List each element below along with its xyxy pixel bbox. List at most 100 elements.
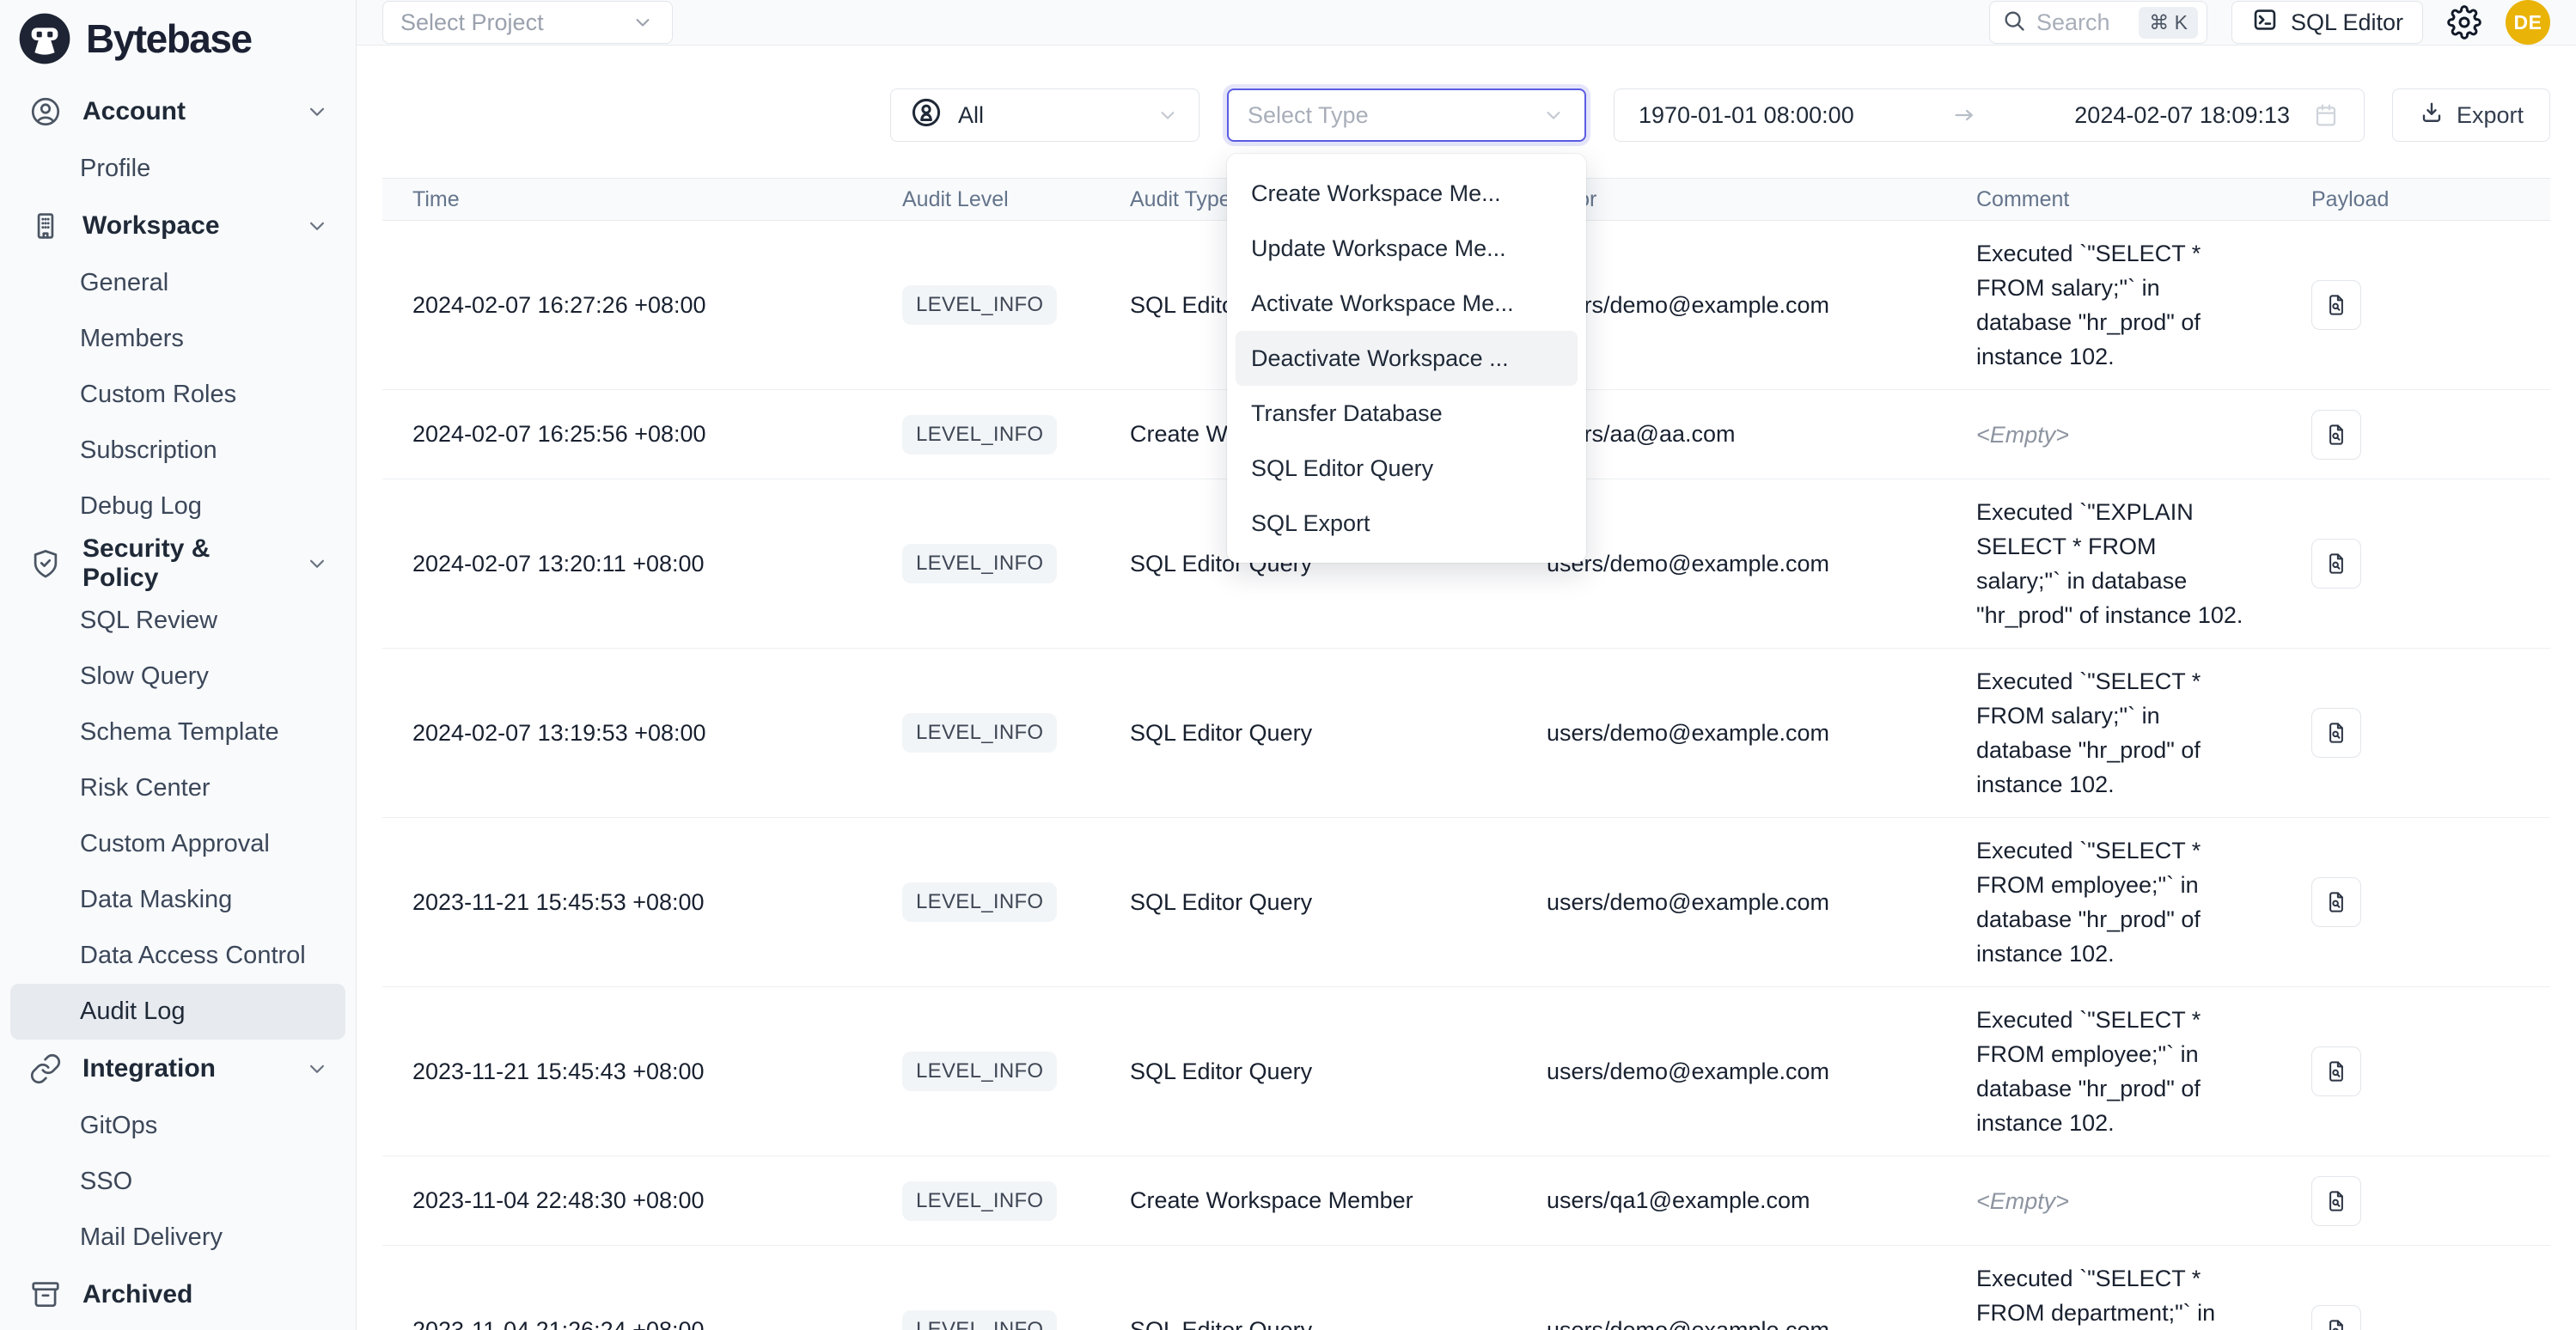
date-range-picker[interactable]: 1970-01-01 08:00:00 2024-02-07 18:09:13 [1614,88,2365,142]
time-cell: 2024-02-07 16:27:26 +08:00 [382,292,898,319]
sidebar-item[interactable]: Slow Query [10,649,345,705]
sql-editor-button[interactable]: SQL Editor [2231,1,2423,44]
bytebase-logo-icon [17,11,72,66]
dropdown-item[interactable]: SQL Export [1236,496,1578,551]
audit-level-badge: LEVEL_INFO [902,1310,1057,1330]
payload-view-button[interactable] [2311,539,2361,589]
payload-view-button[interactable] [2311,410,2361,460]
payload-cell [2298,1176,2550,1226]
sidebar-section-label: Archived [82,1280,192,1309]
time-cell: 2023-11-04 21:26:24 +08:00 [382,1317,898,1330]
payload-view-button[interactable] [2311,1046,2361,1096]
time-cell: 2024-02-07 13:20:11 +08:00 [382,551,898,577]
sidebar-nav: Account Profile Workspace GeneralMembers… [0,77,356,1324]
sidebar-section-label: Workspace [82,211,220,241]
sidebar-item[interactable]: Audit Log [10,984,345,1040]
sidebar-item[interactable]: SSO [10,1154,345,1210]
sidebar-item[interactable]: SQL Review [10,593,345,649]
audit-level-cell: LEVEL_INFO [898,1052,1124,1091]
sidebar-item[interactable]: Data Masking [10,872,345,928]
audit-level-badge: LEVEL_INFO [902,544,1057,583]
payload-view-button[interactable] [2311,280,2361,330]
audit-level-cell: LEVEL_INFO [898,1310,1124,1330]
audit-level-badge: LEVEL_INFO [902,1052,1057,1091]
comment-cell: Executed `"SELECT * FROM department;"` i… [1972,1261,2298,1330]
sidebar-item[interactable]: Members [10,311,345,367]
date-range-start: 1970-01-01 08:00:00 [1639,102,1854,129]
audit-level-cell: LEVEL_INFO [898,882,1124,922]
sidebar-item[interactable]: Risk Center [10,760,345,816]
comment-cell: Executed `"EXPLAIN SELECT * FROM salary;… [1972,495,2298,632]
time-cell: 2023-11-21 15:45:43 +08:00 [382,1059,898,1085]
sidebar-section-label: Account [82,97,186,126]
audit-type-cell: SQL Editor Query [1124,1059,1542,1085]
sidebar-item[interactable]: Debug Log [10,479,345,534]
type-dropdown-menu: Create Workspace Me...Update Workspace M… [1227,154,1586,563]
audit-level-cell: LEVEL_INFO [898,285,1124,325]
actor-filter-value: All [958,102,984,129]
sidebar-section-archived[interactable]: Archived [0,1266,356,1324]
column-header-comment: Comment [1972,187,2298,212]
comment-cell: Executed `"SELECT * FROM salary;"` in da… [1972,236,2298,374]
sidebar-section-label: Security & Policy [82,534,284,593]
sidebar-section-integration[interactable]: Integration [0,1040,356,1098]
search-placeholder: Search [2036,9,2128,36]
column-header-time: Time [382,187,898,212]
actor-cell: users/demo@example.com [1542,889,1972,916]
sidebar-item[interactable]: Custom Approval [10,816,345,872]
table-row: 2023-11-04 21:26:24 +08:00 LEVEL_INFO SQ… [382,1246,2550,1330]
dropdown-item[interactable]: SQL Editor Query [1236,441,1578,496]
dropdown-item[interactable]: Deactivate Workspace ... [1236,331,1578,386]
audit-level-cell: LEVEL_INFO [898,415,1124,455]
sidebar-item[interactable]: Custom Roles [10,367,345,423]
type-filter-select[interactable]: Select Type [1227,88,1586,142]
search-input[interactable]: Search ⌘ K [1989,1,2207,44]
sidebar-item[interactable]: Schema Template [10,705,345,760]
sql-editor-label: SQL Editor [2291,9,2403,36]
sidebar-item[interactable]: GitOps [10,1098,345,1154]
payload-view-button[interactable] [2311,877,2361,927]
sidebar-section-security-policy[interactable]: Security & Policy [0,534,356,593]
payload-view-button[interactable] [2311,1176,2361,1226]
file-search-icon [2323,1188,2349,1214]
bytebase-logo[interactable]: Bytebase [0,0,356,77]
audit-log-page: All Select Type 1970-01-01 08:00:00 2024… [357,46,2576,1330]
actor-cell: users/demo@example.com [1542,292,1972,319]
sidebar-item[interactable]: Data Access Control [10,928,345,984]
settings-gear-icon[interactable] [2447,5,2481,40]
calendar-icon [2312,101,2340,129]
actor-cell: users/demo@example.com [1542,551,1972,577]
audit-level-badge: LEVEL_INFO [902,882,1057,922]
audit-level-badge: LEVEL_INFO [902,713,1057,753]
sidebar: Bytebase Account Profile Workspace [0,0,357,1330]
payload-cell [2298,539,2550,589]
user-avatar[interactable]: DE [2506,0,2550,45]
sidebar-item[interactable]: Mail Delivery [10,1210,345,1266]
audit-type-cell: Create Workspace Member [1124,1187,1542,1214]
sidebar-item[interactable]: Subscription [10,423,345,479]
download-icon [2419,100,2445,131]
dropdown-item[interactable]: Transfer Database [1236,386,1578,441]
sidebar-section-account[interactable]: Account [0,82,356,141]
dropdown-item[interactable]: Activate Workspace Me... [1236,276,1578,331]
bytebase-app: Bytebase Account Profile Workspace [0,0,2576,1330]
actor-filter-select[interactable]: All [890,88,1199,142]
comment-cell: <Empty> [1972,1184,2298,1218]
dropdown-item[interactable]: Create Workspace Me... [1236,166,1578,221]
dropdown-item[interactable]: Update Workspace Me... [1236,221,1578,276]
payload-view-button[interactable] [2311,708,2361,758]
payload-view-button[interactable] [2311,1305,2361,1330]
time-cell: 2024-02-07 16:25:56 +08:00 [382,421,898,448]
export-button[interactable]: Export [2392,88,2550,142]
actor-cell: users/demo@example.com [1542,720,1972,747]
sidebar-item[interactable]: General [10,255,345,311]
type-filter-placeholder: Select Type [1248,102,1369,129]
sidebar-item[interactable]: Profile [10,141,345,197]
topbar: Select Project Search ⌘ K SQL Editor DE [357,0,2576,46]
project-select[interactable]: Select Project [382,1,673,44]
arrow-right-icon [1854,102,2075,128]
link-icon [29,1052,62,1085]
sidebar-section-label: Integration [82,1054,216,1083]
sidebar-section-workspace[interactable]: Workspace [0,197,356,255]
person-circle-icon [910,96,943,135]
